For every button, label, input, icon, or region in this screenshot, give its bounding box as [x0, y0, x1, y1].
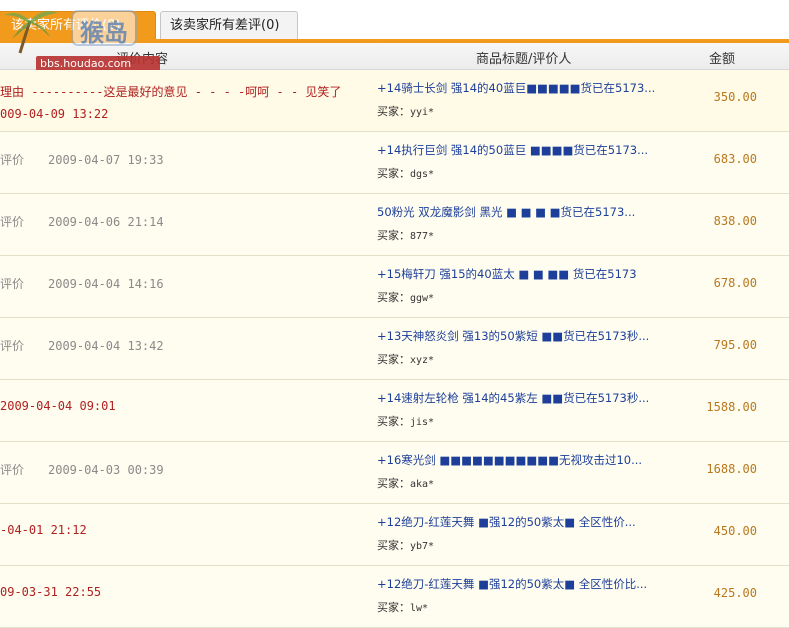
amount: 683.00 — [713, 152, 757, 166]
review-content: 评价 2009-04-03 00:39 — [0, 461, 370, 478]
review-time: 2009-04-04 13:42 — [48, 339, 164, 353]
amount: 450.00 — [713, 524, 757, 538]
table-row: 评价 2009-04-04 14:16 +15梅轩刀 强15的40蓝太 ■ ■ ■… — [0, 256, 789, 318]
buyer-label: 买家： — [377, 291, 410, 304]
buyer: 买家：xyz* — [377, 351, 434, 367]
amount: 795.00 — [713, 338, 757, 352]
review-kind: 评价 — [0, 277, 25, 291]
table-row: 评价 2009-04-03 00:39 +16寒光剑 ■■■■■■■■■■■无视攻… — [0, 442, 789, 504]
buyer: 买家：yb7* — [377, 537, 434, 553]
table-row: 09-03-31 22:55 +12绝刀-红莲天舞 ■强12的50紫太■ 全区性… — [0, 566, 789, 628]
tab-bar: 该卖家所有评价(0) 该卖家所有差评(0) — [0, 0, 789, 40]
tab-negative-reviews[interactable]: 该卖家所有差评(0) — [160, 11, 298, 39]
review-content: 评价 2009-04-06 21:14 — [0, 213, 370, 230]
table-row: 理由 ----------这是最好的意见 - - - -呵呵 - - 见笑了 0… — [0, 70, 789, 132]
item-title-link[interactable]: +15梅轩刀 强15的40蓝太 ■ ■ ■■ 货已在5173 — [377, 266, 677, 282]
item-title-link[interactable]: 50粉光 双龙魔影剑 黑光 ■ ■ ■ ■货已在5173... — [377, 204, 677, 220]
header-content: 评价内容 — [116, 52, 169, 67]
buyer-label: 买家： — [377, 539, 410, 552]
buyer-name: xyz* — [410, 355, 435, 366]
amount: 838.00 — [713, 214, 757, 228]
amount: 678.00 — [713, 276, 757, 290]
buyer: 买家：aka* — [377, 475, 434, 491]
review-kind: 评价 — [0, 153, 25, 167]
item-title-link[interactable]: +13天神怒炎剑 强13的50紫短 ■■货已在5173秒... — [377, 328, 677, 344]
review-time: 2009-04-06 21:14 — [48, 215, 164, 229]
buyer: 买家：ggw* — [377, 289, 434, 305]
item-title-link[interactable]: +16寒光剑 ■■■■■■■■■■■无视攻击过10... — [377, 452, 677, 468]
header-title: 商品标题/评价人 — [476, 52, 572, 67]
review-content: 评价 2009-04-04 13:42 — [0, 337, 370, 354]
review-time: 2009-04-07 19:33 — [48, 153, 164, 167]
buyer-label: 买家： — [377, 229, 410, 242]
buyer-label: 买家： — [377, 353, 410, 366]
table-row: 评价 2009-04-04 13:42 +13天神怒炎剑 强13的50紫短 ■■货… — [0, 318, 789, 380]
buyer: 买家：jis* — [377, 413, 434, 429]
buyer-label: 买家： — [377, 105, 410, 118]
amount: 350.00 — [713, 90, 757, 104]
amount: 425.00 — [713, 586, 757, 600]
table-row: -04-01 21:12 +12绝刀-红莲天舞 ■强12的50紫太■ 全区性价.… — [0, 504, 789, 566]
review-kind: 评价 — [0, 339, 25, 353]
review-content: 09-03-31 22:55 — [0, 585, 370, 599]
buyer-name: dgs* — [410, 169, 435, 180]
buyer-name: aka* — [410, 479, 435, 490]
item-title-link[interactable]: +14骑士长剑 强14的40蓝巨■■■■■货已在5173... — [377, 80, 677, 96]
buyer-name: lw* — [410, 603, 429, 614]
table-row: 评价 2009-04-06 21:14 50粉光 双龙魔影剑 黑光 ■ ■ ■ ■… — [0, 194, 789, 256]
header-amount: 金额 — [709, 52, 736, 67]
amount: 1688.00 — [706, 462, 757, 476]
review-text: 理由 ----------这是最好的意见 - - - -呵呵 - - 见笑了 — [0, 85, 342, 99]
review-content: 2009-04-04 09:01 — [0, 399, 370, 413]
buyer-name: jis* — [410, 417, 435, 428]
review-time: 09-03-31 22:55 — [0, 585, 102, 599]
table-row: 2009-04-04 09:01 +14速射左轮枪 强14的45紫左 ■■货已在… — [0, 380, 789, 442]
review-content: -04-01 21:12 — [0, 523, 370, 537]
review-time: 2009-04-04 14:16 — [48, 277, 164, 291]
review-content: 评价 2009-04-04 14:16 — [0, 275, 370, 292]
table-header: 评价内容 商品标题/评价人 金额 — [0, 43, 789, 70]
buyer-label: 买家： — [377, 477, 410, 490]
buyer-name: yyi* — [410, 107, 435, 118]
review-list: 理由 ----------这是最好的意见 - - - -呵呵 - - 见笑了 0… — [0, 70, 789, 628]
buyer-label: 买家： — [377, 601, 410, 614]
tab-all-reviews[interactable]: 该卖家所有评价(0) — [0, 11, 156, 39]
item-title-link[interactable]: +14速射左轮枪 强14的45紫左 ■■货已在5173秒... — [377, 390, 677, 406]
item-title-link[interactable]: +12绝刀-红莲天舞 ■强12的50紫太■ 全区性价比... — [377, 576, 677, 592]
review-kind: 评价 — [0, 215, 25, 229]
amount: 1588.00 — [706, 400, 757, 414]
review-content: 理由 ----------这是最好的意见 - - - -呵呵 - - 见笑了 0… — [0, 81, 370, 125]
buyer-name: ggw* — [410, 293, 435, 304]
buyer: 买家：877* — [377, 227, 434, 243]
item-title-link[interactable]: +12绝刀-红莲天舞 ■强12的50紫太■ 全区性价... — [377, 514, 677, 530]
buyer: 买家：dgs* — [377, 165, 434, 181]
buyer-name: yb7* — [410, 541, 435, 552]
buyer-label: 买家： — [377, 415, 410, 428]
review-content: 评价 2009-04-07 19:33 — [0, 151, 370, 168]
review-time: 2009-04-04 09:01 — [0, 399, 116, 413]
item-title-link[interactable]: +14执行巨剑 强14的50蓝巨 ■■■■货已在5173... — [377, 142, 677, 158]
review-time: 009-04-09 13:22 — [0, 107, 109, 121]
table-row: 评价 2009-04-07 19:33 +14执行巨剑 强14的50蓝巨 ■■■■… — [0, 132, 789, 194]
review-time: -04-01 21:12 — [0, 523, 87, 537]
buyer-name: 877* — [410, 231, 435, 242]
review-time: 2009-04-03 00:39 — [48, 463, 164, 477]
buyer: 买家：yyi* — [377, 103, 434, 119]
review-kind: 评价 — [0, 463, 25, 477]
buyer-label: 买家： — [377, 167, 410, 180]
